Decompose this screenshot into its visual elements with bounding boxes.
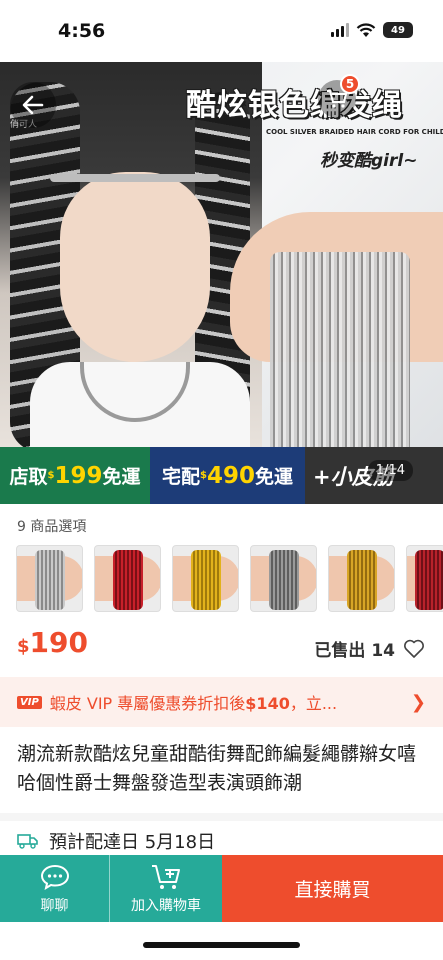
add-to-cart-button[interactable]: 加入購物車 [110,855,222,922]
add-to-cart-label: 加入購物車 [131,897,201,914]
battery-icon: 49 [383,22,413,38]
home-indicator [143,942,300,948]
cart-count-badge: 5 [340,74,360,94]
delivery-estimate[interactable]: 預計配達日 5月18日 [17,828,215,854]
hero-subtitle: COOL SILVER BRAIDED HAIR CORD FOR CHILDR… [266,128,443,136]
chevron-right-icon: ❯ [410,691,426,713]
add-cart-icon [152,864,180,889]
variant-thumbnail[interactable] [406,545,443,612]
product-title: 潮流新款酷炫兒童甜酷街舞配飾編髮繩髒辮女嘻哈個性爵士舞盤發造型表演頭飾潮 [17,743,417,794]
sold-count: 已售出 14 [314,636,425,661]
status-icons: 49 [331,22,413,38]
delivery-text: 預計配達日 5月18日 [49,832,216,853]
variant-thumbnails [16,545,443,612]
vip-badge: VIP [17,695,42,709]
hero-tagline: 秒变酷girl~ [320,151,418,171]
status-bar: 4:56 49 [0,0,443,62]
product-price: $190 [17,626,88,659]
sold-count-label: 已售出 14 [314,641,395,661]
back-arrow-icon [22,95,44,115]
chat-label: 聊聊 [40,897,69,914]
vip-voucher-banner[interactable]: VIP 蝦皮 VIP 專屬優惠券折扣後$140，立... ❯ [0,677,443,727]
truck-icon [17,834,38,849]
chat-icon [40,864,69,890]
cart-button[interactable]: 5 [318,74,360,118]
store-pickup-promo: 店取 $199 免運 [0,447,150,504]
home-delivery-promo: 宅配 $490 免運 [150,447,305,504]
variant-thumbnail[interactable] [94,545,161,612]
status-time: 4:56 [58,20,106,42]
bottom-action-bar: 聊聊 加入購物車 直接購買 [0,855,443,922]
variant-thumbnail[interactable] [328,545,395,612]
variant-thumbnail[interactable] [172,545,239,612]
product-image-carousel[interactable]: 酷炫银色编发绳 COOL SILVER BRAIDED HAIR CORD FO… [0,62,443,504]
variant-thumbnail[interactable] [250,545,317,612]
back-button[interactable] [10,82,56,128]
buy-now-button[interactable]: 直接購買 [222,855,443,922]
section-divider [0,813,443,821]
heart-icon[interactable] [403,639,425,659]
chat-button[interactable]: 聊聊 [0,855,110,922]
variant-thumbnail[interactable] [16,545,83,612]
hero-title: 酷炫银色编发绳 [186,88,403,123]
wifi-icon [356,22,376,37]
signal-icon [331,23,349,37]
image-counter: 1/14 [367,460,413,481]
vip-voucher-text: 蝦皮 VIP 專屬優惠券折扣後$140，立... [49,694,338,713]
variant-count: 9 商品選項 [17,519,87,535]
